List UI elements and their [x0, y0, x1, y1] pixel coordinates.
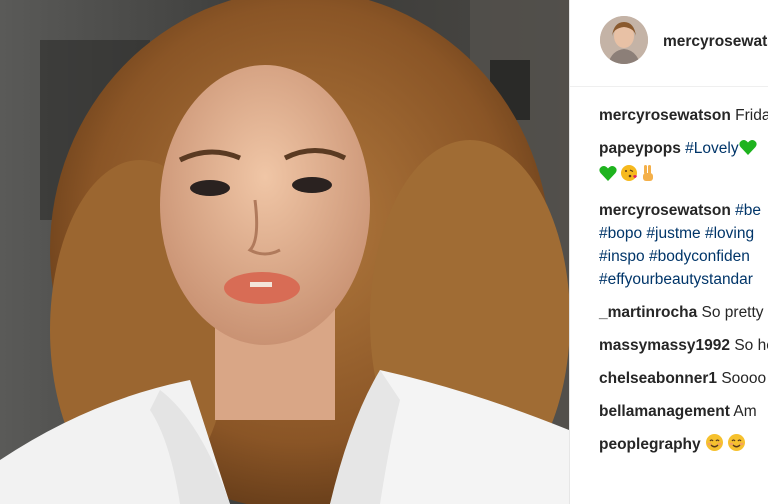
- green-heart-icon: [738, 139, 757, 163]
- comments-panel: mercyrosewatson mercyrosewatson Frida pa…: [570, 0, 768, 504]
- comment-username[interactable]: peoplegraphy: [599, 436, 701, 453]
- comment-item: _martinrocha So pretty: [599, 301, 768, 324]
- selfie-photo: [0, 0, 569, 504]
- post-header: mercyrosewatson: [570, 0, 768, 87]
- hashtag-link[interactable]: #effyourbeautystandar: [599, 271, 753, 288]
- comment-text: Soooo: [721, 370, 767, 387]
- comment-item: peoplegraphy: [599, 433, 768, 459]
- comment-text: So he: [734, 337, 768, 354]
- face-blowing-kiss-icon: [620, 164, 638, 189]
- comment-username[interactable]: _martinrocha: [599, 304, 697, 321]
- hashtag-link[interactable]: #Lovely: [685, 140, 738, 157]
- comment-item: massymassy1992 So he: [599, 334, 768, 357]
- hashtag-link[interactable]: #bopo #justme #loving: [599, 225, 754, 242]
- comment-list: mercyrosewatson Frida papeypops #Lovely …: [599, 104, 768, 469]
- comment-text: Am: [733, 403, 757, 420]
- comment-username[interactable]: mercyrosewatson: [599, 107, 731, 124]
- victory-hand-icon: [641, 164, 655, 189]
- comment-username[interactable]: bellamanagement: [599, 403, 730, 420]
- comment-item: mercyrosewatson Frida: [599, 104, 768, 127]
- avatar-image: [600, 16, 648, 64]
- comment-username[interactable]: mercyrosewatson: [599, 202, 731, 219]
- smiling-blush-face-icon: [727, 433, 746, 459]
- comment-text: So pretty: [701, 304, 764, 321]
- comment-username[interactable]: papeypops: [599, 140, 681, 157]
- comment-item: papeypops #Lovely: [599, 137, 768, 189]
- comment-text: Frida: [735, 107, 768, 124]
- comment-username[interactable]: massymassy1992: [599, 337, 730, 354]
- comment-item: bellamanagement Am: [599, 400, 768, 423]
- comment-username[interactable]: chelseabonner1: [599, 370, 717, 387]
- comment-item: mercyrosewatson #be #bopo #justme #lovin…: [599, 199, 768, 291]
- green-heart-icon: [599, 165, 617, 189]
- comment-item: chelseabonner1 Soooo: [599, 367, 768, 390]
- hashtag-link[interactable]: #inspo #bodyconfiden: [599, 248, 750, 265]
- header-username[interactable]: mercyrosewatson: [663, 33, 768, 51]
- hashtag-link[interactable]: #be: [735, 202, 761, 219]
- smiling-blush-face-icon: [705, 433, 724, 459]
- post-photo[interactable]: [0, 0, 569, 504]
- avatar[interactable]: [600, 16, 648, 64]
